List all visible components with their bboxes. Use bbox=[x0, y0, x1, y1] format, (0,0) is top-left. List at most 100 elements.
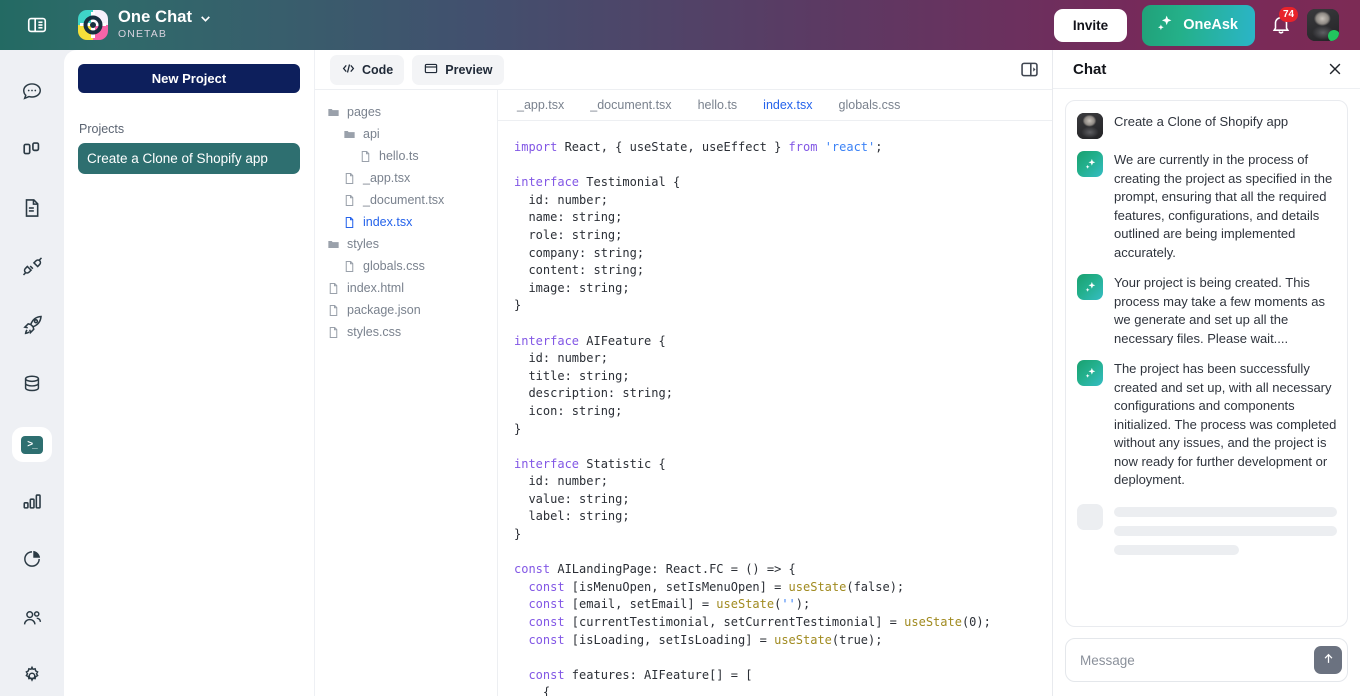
code-token: (true); bbox=[831, 632, 883, 647]
code-tab[interactable]: _app.tsx bbox=[504, 98, 577, 112]
code-tab[interactable]: index.tsx bbox=[750, 98, 825, 112]
code-token: const bbox=[514, 562, 551, 577]
code-editor[interactable]: import React, { useState, useEffect } fr… bbox=[498, 121, 1052, 696]
rail-item-team[interactable] bbox=[12, 603, 52, 638]
code-line: value: string; bbox=[514, 491, 1052, 509]
file-tree-item[interactable]: index.tsx bbox=[315, 211, 497, 233]
file-tree-item[interactable]: pages bbox=[315, 101, 497, 123]
tab-code[interactable]: Code bbox=[330, 54, 405, 85]
file-tree-item[interactable]: styles.css bbox=[315, 321, 497, 343]
chevron-down-icon[interactable] bbox=[199, 12, 212, 25]
chat-loading-skeleton bbox=[1077, 503, 1337, 536]
code-token: title: string; bbox=[514, 368, 630, 383]
code-tab[interactable]: _document.tsx bbox=[577, 98, 684, 112]
rail-item-settings[interactable] bbox=[12, 661, 52, 696]
code-line: import React, { useState, useEffect } fr… bbox=[514, 139, 1052, 157]
chat-message-ai: We are currently in the process of creat… bbox=[1077, 151, 1337, 262]
file-tree-item[interactable]: _document.tsx bbox=[315, 189, 497, 211]
skeleton-line bbox=[1114, 525, 1337, 536]
code-token: label: string; bbox=[514, 509, 630, 524]
code-token: ; bbox=[875, 140, 883, 154]
chat-message-list[interactable]: Create a Clone of Shopify app We are curr… bbox=[1065, 100, 1348, 627]
file-tree-item[interactable]: styles bbox=[315, 233, 497, 255]
rail-item-analytics[interactable] bbox=[12, 486, 52, 521]
panel-right-toggle-icon[interactable] bbox=[1019, 59, 1040, 80]
rail-item-layout[interactable] bbox=[12, 135, 52, 170]
file-tree-item-label: styles bbox=[347, 237, 379, 251]
code-line: id: number; bbox=[514, 192, 1052, 210]
file-tree-item-label: styles.css bbox=[347, 325, 402, 339]
code-line: const [isMenuOpen, setIsMenuOpen] = useS… bbox=[514, 579, 1052, 597]
code-line: name: string; bbox=[514, 209, 1052, 227]
code-token: '' bbox=[781, 597, 796, 612]
rail-item-documents[interactable] bbox=[12, 193, 52, 228]
code-brackets-icon bbox=[341, 61, 356, 79]
code-line: const [currentTestimonial, setCurrentTes… bbox=[514, 614, 1052, 632]
code-token: id: number; bbox=[514, 474, 608, 489]
rail-item-integrations[interactable] bbox=[12, 252, 52, 287]
rail-item-reports[interactable] bbox=[12, 544, 52, 579]
avatar[interactable] bbox=[1307, 9, 1339, 41]
code-line: company: string; bbox=[514, 245, 1052, 263]
file-tree: pages api hello.ts _app.tsx _document.tsx ind… bbox=[315, 90, 498, 696]
file-tree-item[interactable]: globals.css bbox=[315, 255, 497, 277]
code-token: image: string; bbox=[514, 280, 630, 295]
window-preview-icon bbox=[423, 61, 439, 79]
code-token: from bbox=[788, 140, 818, 154]
code-token: interface bbox=[514, 175, 580, 190]
rail-item-chat[interactable] bbox=[12, 76, 52, 111]
tab-preview-label: Preview bbox=[445, 62, 493, 77]
new-project-button[interactable]: New Project bbox=[78, 64, 300, 93]
rail-item-terminal[interactable]: >_ bbox=[12, 427, 52, 462]
code-token: role: string; bbox=[514, 227, 623, 242]
chat-message-ai: The project has been successfully create… bbox=[1077, 360, 1337, 490]
code-tab[interactable]: hello.ts bbox=[685, 98, 751, 112]
bell-icon bbox=[1270, 16, 1292, 40]
rocket-icon bbox=[21, 313, 44, 341]
code-token: interface bbox=[514, 333, 580, 348]
code-line: title: string; bbox=[514, 368, 1052, 386]
skeleton-avatar bbox=[1077, 503, 1103, 530]
code-token: Statistic { bbox=[579, 456, 666, 471]
file-tree-item[interactable]: _app.tsx bbox=[315, 167, 497, 189]
panel-left-toggle-icon[interactable] bbox=[25, 13, 49, 37]
rail-item-database[interactable] bbox=[12, 369, 52, 404]
header-actions: Invite OneAsk 74 bbox=[1053, 4, 1339, 46]
file-tree-item-label: _app.tsx bbox=[363, 171, 411, 185]
chat-message-input[interactable] bbox=[1080, 652, 1314, 668]
tab-code-label: Code bbox=[362, 62, 394, 77]
file-icon bbox=[327, 304, 340, 317]
code-token: { bbox=[514, 685, 551, 696]
avatar bbox=[1077, 113, 1103, 139]
file-tree-item[interactable]: api bbox=[315, 123, 497, 145]
invite-button[interactable]: Invite bbox=[1053, 8, 1128, 42]
code-token: const bbox=[528, 632, 565, 647]
code-line: role: string; bbox=[514, 227, 1052, 245]
chat-input-row[interactable] bbox=[1065, 638, 1348, 682]
code-token: } bbox=[514, 527, 522, 542]
rail-item-deploy[interactable] bbox=[12, 310, 52, 345]
code-tab[interactable]: globals.css bbox=[826, 98, 914, 112]
brand-block[interactable]: One Chat ONETAB bbox=[78, 9, 212, 40]
oneask-button[interactable]: OneAsk bbox=[1142, 4, 1255, 46]
close-icon[interactable] bbox=[1326, 60, 1344, 78]
arrow-up-icon bbox=[1321, 651, 1336, 669]
document-icon bbox=[21, 197, 43, 224]
code-token: useState bbox=[904, 615, 962, 630]
gear-icon bbox=[21, 665, 43, 692]
send-button[interactable] bbox=[1314, 646, 1342, 674]
notifications-button[interactable]: 74 bbox=[1270, 7, 1298, 40]
code-token: } bbox=[514, 298, 522, 313]
folder-icon bbox=[327, 238, 340, 251]
file-tree-item[interactable]: hello.ts bbox=[315, 145, 497, 167]
sparkles-icon bbox=[1077, 360, 1103, 386]
file-tree-item[interactable]: package.json bbox=[315, 299, 497, 321]
file-tree-item[interactable]: index.html bbox=[315, 277, 497, 299]
project-list-item[interactable]: Create a Clone of Shopify app bbox=[78, 143, 300, 174]
tab-preview[interactable]: Preview bbox=[412, 54, 504, 85]
code-line: description: string; bbox=[514, 385, 1052, 403]
code-token: useState bbox=[774, 632, 832, 647]
